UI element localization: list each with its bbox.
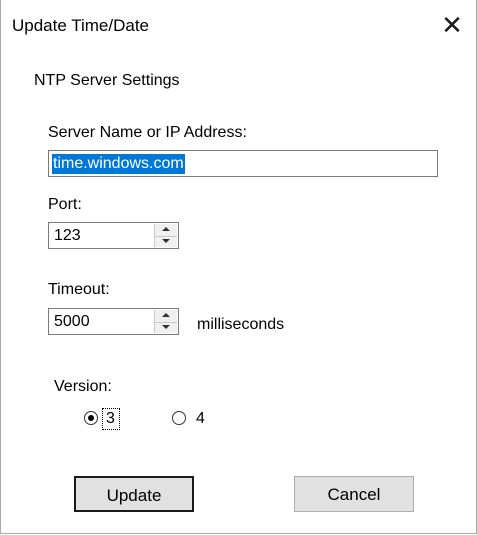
port-value: 123 bbox=[54, 227, 81, 244]
cancel-button[interactable]: Cancel bbox=[294, 476, 414, 512]
update-button-label: Update bbox=[106, 486, 162, 505]
port-label: Port: bbox=[48, 196, 82, 213]
timeout-label: Timeout: bbox=[48, 281, 110, 298]
port-decrement-button[interactable] bbox=[155, 236, 177, 248]
chevron-down-icon bbox=[162, 239, 170, 243]
close-icon[interactable]: ✕ bbox=[432, 8, 472, 46]
timeout-spin-buttons bbox=[154, 310, 177, 333]
title-bar[interactable]: Update Time/Date ✕ bbox=[1, 0, 476, 54]
chevron-up-icon bbox=[162, 227, 170, 231]
update-button[interactable]: Update bbox=[74, 476, 194, 512]
version-3-radio[interactable] bbox=[84, 411, 98, 425]
radio-selected-dot bbox=[88, 415, 94, 421]
version-3-label[interactable]: 3 bbox=[106, 410, 115, 428]
dialog-title: Update Time/Date bbox=[12, 16, 150, 35]
timeout-value: 5000 bbox=[54, 313, 90, 330]
port-spin-buttons bbox=[154, 224, 177, 247]
version-label: Version: bbox=[54, 378, 112, 395]
server-name-value: time.windows.com bbox=[52, 154, 185, 174]
version-4-radio[interactable] bbox=[172, 411, 186, 425]
server-name-label: Server Name or IP Address: bbox=[48, 124, 247, 141]
ntp-settings-group-label: NTP Server Settings bbox=[34, 72, 180, 89]
port-stepper[interactable]: 123 bbox=[48, 222, 179, 249]
cancel-button-label: Cancel bbox=[327, 485, 381, 504]
timeout-unit-label: milliseconds bbox=[197, 316, 285, 333]
dialog-client-area: NTP Server Settings Server Name or IP Ad… bbox=[1, 54, 476, 533]
server-name-input[interactable]: time.windows.com bbox=[48, 150, 438, 177]
chevron-down-icon bbox=[162, 325, 170, 329]
version-4-label[interactable]: 4 bbox=[196, 410, 205, 428]
timeout-decrement-button[interactable] bbox=[155, 322, 177, 334]
update-time-date-dialog: Update Time/Date ✕ NTP Server Settings S… bbox=[0, 0, 477, 534]
chevron-up-icon bbox=[162, 313, 170, 317]
timeout-stepper[interactable]: 5000 bbox=[48, 308, 179, 335]
